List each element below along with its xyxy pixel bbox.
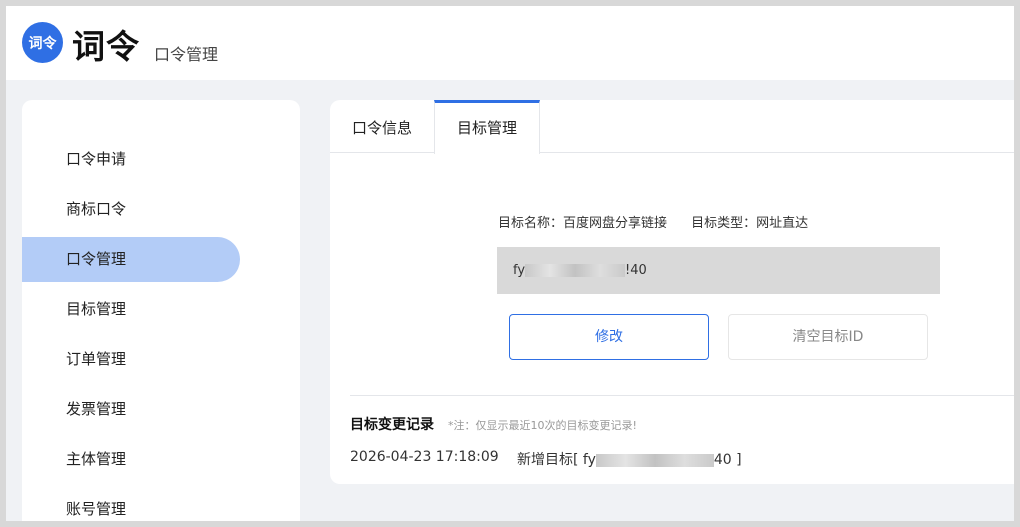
target-id-prefix: fy bbox=[513, 263, 526, 278]
main-panel: 口令信息 目标管理 目标名称：百度网盘分享链接 目标类型：网址直达 fy !40 … bbox=[330, 100, 1014, 484]
edit-button[interactable]: 修改 bbox=[509, 314, 709, 360]
sidebar-item-entity[interactable]: 主体管理 bbox=[22, 437, 240, 482]
target-id-suffix: !40 bbox=[625, 263, 647, 278]
sidebar-item-account[interactable]: 账号管理 bbox=[22, 487, 240, 521]
clear-target-button[interactable]: 清空目标ID bbox=[728, 314, 928, 360]
header: 词令 词令 口令管理 bbox=[6, 6, 1014, 80]
app-frame: 词令 词令 口令管理 口令申请 商标口令 口令管理 目标管理 订单管理 发票管理… bbox=[6, 6, 1014, 521]
tab-bar: 口令信息 目标管理 bbox=[330, 100, 1014, 154]
log-entry-time: 2026-04-23 17:18:09 bbox=[350, 449, 499, 465]
target-type: 目标类型：网址直达 bbox=[691, 216, 809, 231]
tab-target-manage[interactable]: 目标管理 bbox=[434, 100, 540, 154]
sidebar-item-target-manage[interactable]: 目标管理 bbox=[22, 287, 240, 332]
redacted-mask bbox=[595, 453, 714, 467]
log-note: *注：仅显示最近10次的目标变更记录! bbox=[448, 419, 637, 432]
sidebar-item-invoices[interactable]: 发票管理 bbox=[22, 387, 240, 432]
log-entry-suffix: 40 ] bbox=[713, 452, 742, 468]
log-entry-action: 新增目标[ fy 40 ] bbox=[517, 449, 742, 469]
tab-command-info[interactable]: 口令信息 bbox=[330, 100, 434, 153]
log-entry-prefix: 新增目标[ fy bbox=[517, 452, 596, 468]
sidebar-item-command-manage[interactable]: 口令管理 bbox=[22, 237, 240, 282]
page-title: 口令管理 bbox=[154, 45, 219, 64]
sidebar-item-apply[interactable]: 口令申请 bbox=[22, 137, 240, 182]
logo-text: 词令 bbox=[72, 27, 140, 66]
sidebar-item-orders[interactable]: 订单管理 bbox=[22, 337, 240, 382]
sidebar-item-trademark[interactable]: 商标口令 bbox=[22, 187, 240, 232]
target-info: 目标名称：百度网盘分享链接 目标类型：网址直达 bbox=[498, 212, 828, 231]
target-id-field[interactable]: fy !40 bbox=[497, 247, 940, 294]
sidebar: 口令申请 商标口令 口令管理 目标管理 订单管理 发票管理 主体管理 账号管理 bbox=[22, 100, 300, 521]
divider bbox=[350, 395, 1014, 396]
target-name: 目标名称：百度网盘分享链接 bbox=[498, 216, 668, 231]
logo-badge: 词令 bbox=[22, 22, 63, 63]
log-title: 目标变更记录 bbox=[350, 417, 434, 433]
redacted-mask bbox=[525, 264, 626, 277]
